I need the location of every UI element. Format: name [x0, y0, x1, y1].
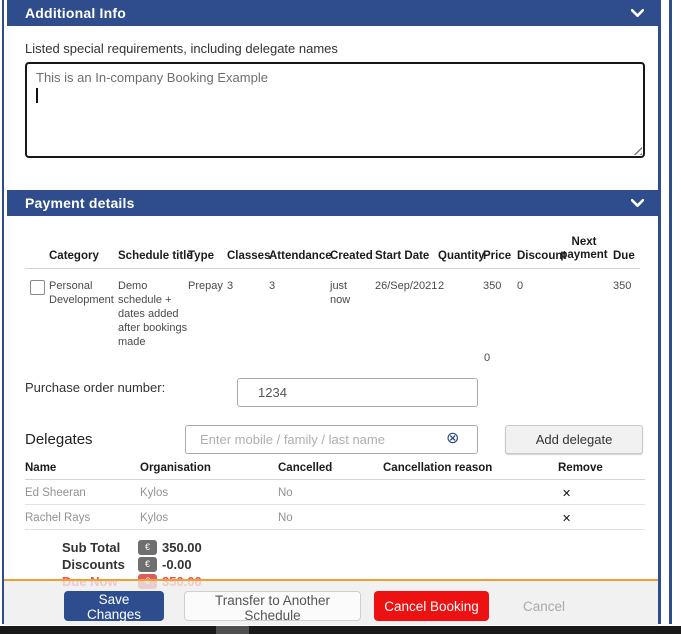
- col-quantity: Quantity: [438, 250, 485, 263]
- cell-quantity: 2: [438, 279, 444, 293]
- save-changes-button[interactable]: Save Changes: [64, 591, 164, 621]
- cell-created: just now: [330, 279, 362, 307]
- special-requirements-textarea[interactable]: This is an In-company Booking Example: [25, 62, 645, 158]
- dcol-name: Name: [25, 462, 56, 475]
- col-price: Price: [483, 250, 511, 263]
- purchase-order-input[interactable]: [237, 378, 478, 407]
- transfer-schedule-button[interactable]: Transfer to Another Schedule: [184, 591, 361, 621]
- chevron-down-icon[interactable]: [631, 199, 644, 208]
- cancel-booking-button[interactable]: Cancel Booking: [374, 591, 489, 621]
- chevron-down-icon[interactable]: [631, 9, 644, 18]
- clear-search-icon[interactable]: ⊗: [446, 431, 459, 447]
- cell-attendance: 3: [269, 279, 275, 293]
- additional-info-title: Additional Info: [25, 5, 126, 21]
- delegate-cancelled: No: [278, 487, 293, 499]
- text-cursor: [36, 88, 38, 103]
- subtotal-label: Sub Total: [62, 540, 120, 555]
- delegate-header-divider: [25, 479, 645, 480]
- textarea-value: This is an In-company Booking Example: [36, 70, 268, 85]
- cell-discount: 0: [517, 279, 523, 293]
- resize-handle-icon[interactable]: [631, 144, 642, 155]
- col-type: Type: [188, 250, 214, 263]
- dcol-organisation: Organisation: [140, 462, 211, 475]
- col-category: Category: [49, 250, 99, 263]
- table-header-divider: [25, 268, 640, 269]
- delegates-label: Delegates: [25, 431, 93, 448]
- booking-row-checkbox[interactable]: [30, 280, 45, 295]
- col-schedule-title: Schedule title: [118, 250, 193, 263]
- cell-classes: 3: [227, 279, 233, 293]
- remove-delegate-icon[interactable]: ✕: [562, 512, 571, 525]
- scrollbar-thumb[interactable]: [216, 626, 249, 634]
- dcol-cancellation-reason: Cancellation reason: [383, 462, 492, 475]
- delegate-name: Ed Sheeran: [25, 487, 86, 499]
- col-attendance: Attendance: [269, 250, 332, 263]
- remove-delegate-icon[interactable]: ✕: [562, 487, 571, 500]
- booking-modal: Additional Info Listed special requireme…: [0, 0, 681, 634]
- cell-category: Personal Development: [49, 279, 113, 307]
- euro-badge-icon: €: [138, 540, 157, 555]
- delegate-organisation: Kylos: [140, 512, 168, 524]
- dcol-cancelled: Cancelled: [278, 462, 332, 475]
- col-start-date: Start Date: [375, 250, 429, 263]
- delegate-name: Rachel Rays: [25, 512, 90, 524]
- delegate-search-input[interactable]: [185, 425, 478, 454]
- euro-badge-icon: €: [138, 557, 157, 572]
- col-next-payment: Next payment: [558, 236, 610, 262]
- purchase-order-label: Purchase order number:: [25, 380, 165, 395]
- additional-info-section-header[interactable]: Additional Info: [7, 0, 658, 26]
- cell-type: Prepay: [188, 279, 223, 293]
- modal-border-right: [658, 0, 661, 624]
- special-requirements-label: Listed special requirements, including d…: [25, 41, 338, 56]
- delegate-organisation: Kylos: [140, 487, 168, 499]
- cancel-button[interactable]: Cancel: [499, 591, 589, 621]
- dcol-remove: Remove: [558, 462, 603, 475]
- discounts-value: -0.00: [162, 557, 192, 572]
- page-edge-line: [669, 0, 672, 624]
- horizontal-scrollbar[interactable]: [0, 626, 681, 634]
- add-delegate-button[interactable]: Add delegate: [505, 425, 643, 454]
- delegate-row-divider: [25, 504, 645, 505]
- cell-price: 350: [483, 279, 501, 293]
- cell-due: 350: [613, 279, 631, 293]
- payment-details-title: Payment details: [25, 195, 135, 211]
- discount-total: 0: [484, 351, 490, 365]
- delegate-cancelled: No: [278, 512, 293, 524]
- subtotal-value: 350.00: [162, 540, 202, 555]
- col-classes: Classes: [227, 250, 270, 263]
- payment-details-section-header[interactable]: Payment details: [7, 190, 658, 216]
- cell-schedule-title: Demo schedule + dates added after bookin…: [118, 279, 190, 349]
- discounts-label: Discounts: [62, 557, 125, 572]
- col-created: Created: [330, 250, 373, 263]
- modal-border-left: [2, 0, 4, 624]
- delegate-row-divider: [25, 529, 645, 530]
- cell-start-date: 26/Sep/2021: [375, 279, 437, 293]
- col-due: Due: [613, 250, 635, 263]
